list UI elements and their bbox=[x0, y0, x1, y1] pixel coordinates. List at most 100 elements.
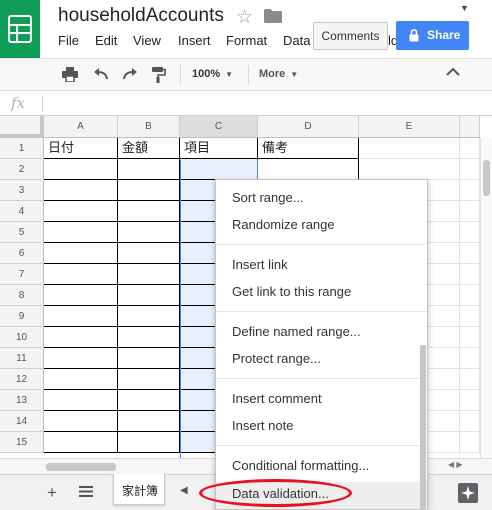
row-header[interactable]: 7 bbox=[0, 264, 44, 285]
grid-cell[interactable] bbox=[460, 159, 480, 180]
header-cell[interactable]: 金額 bbox=[118, 138, 180, 159]
undo-icon[interactable] bbox=[93, 67, 109, 81]
grid-cell[interactable] bbox=[118, 348, 180, 369]
grid-cell[interactable] bbox=[118, 432, 180, 453]
grid-cell[interactable] bbox=[44, 285, 118, 306]
more-button[interactable]: More ▼ bbox=[259, 68, 298, 80]
grid-cell[interactable] bbox=[359, 138, 460, 159]
column-header-b[interactable]: B bbox=[118, 116, 180, 138]
menu-item-insert-note[interactable]: Insert note bbox=[232, 418, 293, 433]
grid-cell[interactable] bbox=[44, 222, 118, 243]
star-icon[interactable]: ☆ bbox=[236, 6, 253, 29]
grid-cell[interactable] bbox=[44, 348, 118, 369]
grid-cell[interactable] bbox=[460, 222, 480, 243]
grid-cell[interactable] bbox=[44, 327, 118, 348]
zoom-select[interactable]: 100% ▼ bbox=[192, 68, 233, 80]
vertical-scrollbar[interactable] bbox=[480, 138, 492, 458]
row-header[interactable]: 3 bbox=[0, 180, 44, 201]
grid-cell[interactable] bbox=[460, 432, 480, 453]
grid-cell[interactable] bbox=[44, 201, 118, 222]
select-all-corner[interactable] bbox=[0, 116, 44, 138]
explore-button[interactable] bbox=[458, 483, 478, 503]
grid-cell[interactable] bbox=[460, 180, 480, 201]
grid-cell[interactable] bbox=[44, 369, 118, 390]
grid-cell[interactable] bbox=[460, 285, 480, 306]
horizontal-scroll-thumb[interactable] bbox=[46, 463, 116, 471]
grid-cell[interactable] bbox=[118, 390, 180, 411]
grid-cell[interactable] bbox=[44, 411, 118, 432]
menu-item-data-validation[interactable]: Data validation... bbox=[232, 486, 329, 501]
grid-cell[interactable] bbox=[118, 327, 180, 348]
grid-cell[interactable] bbox=[258, 159, 359, 180]
paint-format-icon[interactable] bbox=[152, 67, 166, 83]
grid-cell[interactable] bbox=[118, 369, 180, 390]
grid-cell[interactable] bbox=[44, 306, 118, 327]
menu-data[interactable]: Data bbox=[283, 33, 310, 48]
grid-cell[interactable] bbox=[118, 180, 180, 201]
grid-cell[interactable] bbox=[460, 306, 480, 327]
row-header[interactable]: 2 bbox=[0, 159, 44, 180]
all-sheets-icon[interactable] bbox=[79, 486, 93, 497]
menu-format[interactable]: Format bbox=[226, 33, 267, 48]
vertical-scroll-thumb[interactable] bbox=[483, 160, 490, 196]
row-header[interactable]: 10 bbox=[0, 327, 44, 348]
column-header-d[interactable]: D bbox=[258, 116, 359, 138]
menu-edit[interactable]: Edit bbox=[95, 33, 117, 48]
comments-button[interactable]: Comments bbox=[313, 22, 388, 50]
sheet-tab-active[interactable]: 家計簿 bbox=[113, 474, 165, 505]
share-button[interactable]: Share bbox=[396, 21, 469, 50]
menu-file[interactable]: File bbox=[58, 33, 79, 48]
grid-cell[interactable] bbox=[44, 243, 118, 264]
grid-cell[interactable] bbox=[460, 348, 480, 369]
grid-cell[interactable] bbox=[460, 243, 480, 264]
grid-cell[interactable] bbox=[460, 264, 480, 285]
header-cell[interactable]: 日付 bbox=[44, 138, 118, 159]
column-header-a[interactable]: A bbox=[44, 116, 118, 138]
hide-menus-icon[interactable]: ▼ bbox=[460, 3, 469, 13]
menu-item-sort-range[interactable]: Sort range... bbox=[232, 190, 304, 205]
formula-input[interactable] bbox=[50, 96, 480, 112]
grid-cell[interactable] bbox=[118, 306, 180, 327]
grid-cell[interactable] bbox=[460, 138, 480, 159]
document-title[interactable]: householdAccounts bbox=[58, 5, 224, 27]
menu-item-get-link[interactable]: Get link to this range bbox=[232, 284, 351, 299]
redo-icon[interactable] bbox=[122, 67, 138, 81]
grid-cell[interactable] bbox=[460, 201, 480, 222]
grid-cell[interactable] bbox=[180, 159, 258, 180]
add-sheet-icon[interactable]: + bbox=[47, 483, 57, 503]
menu-item-define-named-range[interactable]: Define named range... bbox=[232, 324, 361, 339]
row-header[interactable]: 11 bbox=[0, 348, 44, 369]
row-header[interactable]: 6 bbox=[0, 243, 44, 264]
grid-cell[interactable] bbox=[118, 264, 180, 285]
column-header-c[interactable]: C bbox=[180, 116, 258, 138]
menu-scrollbar-thumb[interactable] bbox=[420, 345, 426, 509]
row-header[interactable]: 12 bbox=[0, 369, 44, 390]
row-header[interactable]: 4 bbox=[0, 201, 44, 222]
grid-cell[interactable] bbox=[460, 411, 480, 432]
grid-cell[interactable] bbox=[118, 243, 180, 264]
grid-cell[interactable] bbox=[118, 159, 180, 180]
scroll-arrows-icon[interactable]: ◀ ▶ bbox=[448, 460, 463, 469]
row-header[interactable]: 13 bbox=[0, 390, 44, 411]
header-cell[interactable]: 項目 bbox=[180, 138, 258, 159]
column-header-f[interactable] bbox=[460, 116, 480, 138]
grid-cell[interactable] bbox=[359, 159, 460, 180]
grid-cell[interactable] bbox=[118, 411, 180, 432]
row-header[interactable]: 14 bbox=[0, 411, 44, 432]
grid-cell[interactable] bbox=[44, 264, 118, 285]
row-header[interactable]: 9 bbox=[0, 306, 44, 327]
grid-cell[interactable] bbox=[460, 369, 480, 390]
scroll-tabs-left-icon[interactable]: ◀ bbox=[180, 485, 188, 496]
column-header-e[interactable]: E bbox=[359, 116, 460, 138]
menu-item-insert-comment[interactable]: Insert comment bbox=[232, 391, 322, 406]
collapse-toolbar-icon[interactable] bbox=[446, 67, 460, 76]
grid-cell[interactable] bbox=[44, 390, 118, 411]
row-header[interactable]: 8 bbox=[0, 285, 44, 306]
menu-item-insert-link[interactable]: Insert link bbox=[232, 257, 288, 272]
grid-cell[interactable] bbox=[460, 390, 480, 411]
print-icon[interactable] bbox=[62, 67, 78, 82]
grid-cell[interactable] bbox=[118, 285, 180, 306]
sheets-logo-icon[interactable] bbox=[0, 0, 40, 58]
menu-item-conditional-formatting[interactable]: Conditional formatting... bbox=[232, 458, 369, 473]
folder-icon[interactable] bbox=[264, 9, 282, 28]
